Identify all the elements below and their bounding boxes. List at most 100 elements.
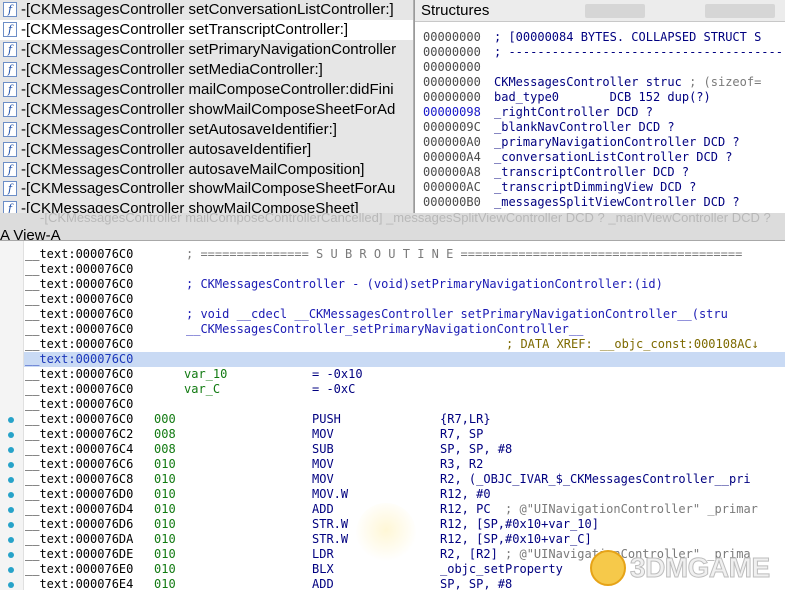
structures-window: Structures 00000000 ; [00000084 BYTES. CO… <box>414 0 785 213</box>
structure-line[interactable]: 000000AC _transcriptDimmingView DCD ? <box>423 180 785 195</box>
stack-var-offset: = -0x10 <box>312 367 363 381</box>
structure-line[interactable]: 00000000 ; ------------------------------… <box>423 45 785 60</box>
structure-offset: 00000000 <box>423 60 481 74</box>
function-label: -[CKMessagesController showMailComposeSh… <box>21 100 396 118</box>
disasm-line[interactable]: __text:000076DA 010 STR.W R12, [SP,#0x10+va… <box>24 532 785 547</box>
breakpoint-dot-icon[interactable] <box>8 522 14 528</box>
disasm-line[interactable]: __text:000076C2 008 MOV R7, SP <box>24 427 785 442</box>
function-icon: f <box>3 2 17 18</box>
stack-pointer: 010 <box>154 547 176 561</box>
breakpoint-dot-icon[interactable] <box>8 582 14 588</box>
operand-text: SP, SP, #8 <box>440 442 513 456</box>
operand-text: R12, #0 <box>440 487 491 501</box>
structure-line[interactable]: 000000A8 _transcriptController DCD ? <box>423 165 785 180</box>
structure-text: _conversationListController DCD ? <box>494 150 733 164</box>
function-row[interactable]: f -[CKMessagesController mailComposeContr… <box>0 80 413 100</box>
structures-titlebar[interactable]: Structures <box>415 0 785 22</box>
breakpoint-dot-icon[interactable] <box>8 552 14 558</box>
function-row[interactable]: f -[CKMessagesController showMailComposeS… <box>0 99 413 119</box>
function-row[interactable]: f -[CKMessagesController setPrimaryNaviga… <box>0 40 413 60</box>
disasm-line[interactable]: __text:000076C0 var_10 = -0x10 <box>24 367 785 382</box>
breakpoint-dot-icon[interactable] <box>8 537 14 543</box>
disasm-line[interactable]: __text:000076C0 ; DATA XREF: __objc_const… <box>24 337 785 352</box>
disasm-line[interactable]: __text:000076C0 <box>24 352 785 367</box>
breakpoint-dot-icon[interactable] <box>8 417 14 423</box>
function-row[interactable]: f -[CKMessagesController setMediaControll… <box>0 60 413 80</box>
function-row[interactable]: f -[CKMessagesController setTranscriptCon… <box>0 19 413 40</box>
pane-splitter[interactable]: -[CKMessagesController mailComposeContro… <box>0 213 785 241</box>
structure-line[interactable]: 00000098 _rightController DCD ? <box>423 105 785 120</box>
tab-ida-view-a[interactable]: A View-A <box>0 227 61 240</box>
mnemonic: STR.W <box>312 532 349 546</box>
disasm-line[interactable]: __text:000076C4 008 SUB SP, SP, #8 <box>24 442 785 457</box>
breakpoint-dot-icon[interactable] <box>8 432 14 438</box>
stack-pointer: 010 <box>154 517 176 531</box>
function-row[interactable]: f -[CKMessagesController setConversationL… <box>0 0 413 20</box>
structure-offset: 00000000 <box>423 90 481 104</box>
structure-text: _primaryNavigationController DCD ? <box>494 135 740 149</box>
line-address: __text:000076D4 <box>25 502 134 516</box>
line-address: __text:000076C0 <box>25 367 134 381</box>
function-row[interactable]: f -[CKMessagesController autosaveIdentifi… <box>0 139 413 159</box>
disasm-line[interactable]: __text:000076C6 010 MOV R3, R2 <box>24 457 785 472</box>
disasm-comment: __CKMessagesController_setPrimaryNavigat… <box>186 322 584 336</box>
structure-line[interactable]: 00000000 CKMessagesController struc ; (si… <box>423 75 785 90</box>
line-address: __text:000076C0 <box>25 397 134 411</box>
structure-offset: 00000000 <box>423 30 481 44</box>
stack-pointer: 010 <box>154 457 176 471</box>
disasm-line[interactable]: __text:000076D4 010 ADD R12, PC ; @"UINavig… <box>24 502 785 517</box>
stack-pointer: 010 <box>154 577 176 590</box>
function-row[interactable]: f -[CKMessagesController showMailComposeS… <box>0 199 413 213</box>
structure-line[interactable]: 00000000 <box>423 60 785 75</box>
functions-window: f -[CKMessagesController setConversationL… <box>0 0 414 213</box>
stack-var-name: var_C <box>184 382 221 396</box>
disasm-line[interactable]: __text:000076C0 var_C = -0xC <box>24 382 785 397</box>
structure-line[interactable]: 000000A0 _primaryNavigationController DCD… <box>423 135 785 150</box>
data-xref[interactable]: ; DATA XREF: __objc_const:000108AC↓ <box>506 337 759 352</box>
disasm-line[interactable]: __text:000076C0 <box>24 292 785 307</box>
disasm-line[interactable]: __text:000076C0 ; void __cdecl __CKMessag… <box>24 307 785 322</box>
disasm-line[interactable]: __text:000076C0 ; =============== S U B R… <box>24 247 785 262</box>
mnemonic: MOV <box>312 427 334 441</box>
function-icon: f <box>3 141 17 157</box>
function-row[interactable]: f -[CKMessagesController showMailComposeS… <box>0 179 413 199</box>
line-address: __text:000076DA <box>25 532 134 546</box>
structures-listing[interactable]: 00000000 ; [00000084 BYTES. COLLAPSED STR… <box>415 22 785 210</box>
breakpoint-dot-icon[interactable] <box>8 567 14 573</box>
mnemonic: MOV <box>312 472 334 486</box>
ida-view-a[interactable]: __text:000076C0 ; =============== S U B R… <box>0 241 785 590</box>
disasm-line[interactable]: __text:000076D0 010 MOV.W R12, #0 <box>24 487 785 502</box>
disasm-line[interactable]: __text:000076C0 ; CKMessagesController - … <box>24 277 785 292</box>
disasm-line[interactable]: __text:000076C0 __CKMessagesController_se… <box>24 322 785 337</box>
operands: R12, [SP,#0x10+var_C] <box>440 532 592 547</box>
stack-pointer: 008 <box>154 442 176 456</box>
operands: SP, SP, #8 <box>440 442 512 457</box>
structure-line[interactable]: 0000009C _blankNavController DCD ? <box>423 120 785 135</box>
mnemonic: ADD <box>312 577 334 590</box>
function-icon: f <box>3 121 17 137</box>
function-row[interactable]: f -[CKMessagesController setAutosaveIdent… <box>0 119 413 139</box>
breakpoint-dot-icon[interactable] <box>8 492 14 498</box>
breakpoint-dot-icon[interactable] <box>8 507 14 513</box>
subroutine-separator: ; =============== S U B R O U T I N E ==… <box>186 247 743 261</box>
structure-line[interactable]: 000000B0 _messagesSplitViewController DCD… <box>423 195 785 210</box>
function-label: -[CKMessagesController setAutosaveIdenti… <box>21 120 337 138</box>
disasm-line[interactable]: __text:000076C0 000 PUSH {R7,LR} <box>24 412 785 427</box>
watermark: 3DMGAME <box>590 548 771 588</box>
structure-line[interactable]: 00000000 bad_type0 DCB 152 dup(?) <box>423 90 785 105</box>
structure-offset: 00000000 <box>423 75 481 89</box>
disasm-line[interactable]: __text:000076C0 <box>24 262 785 277</box>
disasm-line[interactable]: __text:000076C0 <box>24 397 785 412</box>
disasm-line[interactable]: __text:000076D6 010 STR.W R12, [SP,#0x10+va… <box>24 517 785 532</box>
disasm-line[interactable]: __text:000076C8 010 MOV R2, (_OBJC_IVAR_$_C… <box>24 472 785 487</box>
function-icon: f <box>3 22 17 38</box>
breakpoint-dot-icon[interactable] <box>8 477 14 483</box>
breakpoint-dot-icon[interactable] <box>8 462 14 468</box>
operand-text: R12, PC <box>440 502 491 516</box>
function-row[interactable]: f -[CKMessagesController autosaveMailComp… <box>0 159 413 179</box>
breakpoint-dot-icon[interactable] <box>8 447 14 453</box>
structure-line[interactable]: 000000A4 _conversationListController DCD … <box>423 150 785 165</box>
line-address: __text:000076E4 <box>25 577 134 590</box>
line-address: __text:000076D6 <box>25 517 134 531</box>
structure-line[interactable]: 00000000 ; [00000084 BYTES. COLLAPSED STR… <box>423 30 785 45</box>
